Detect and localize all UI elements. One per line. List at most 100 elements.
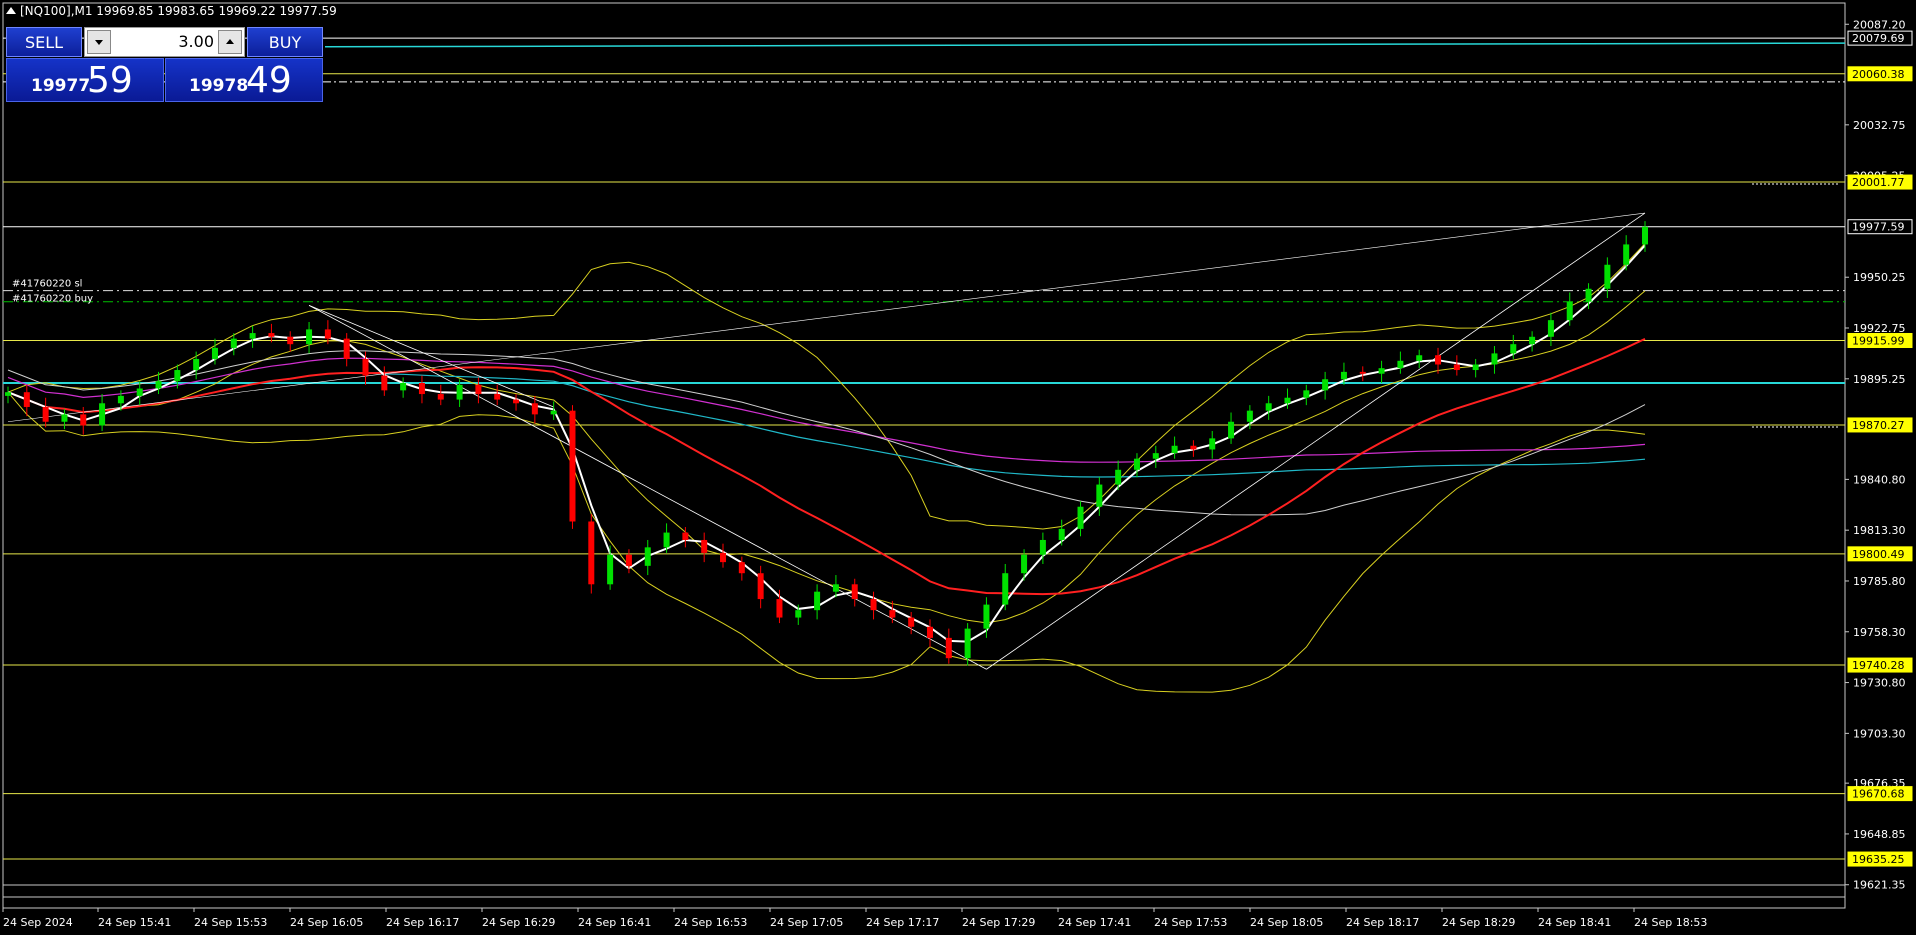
trend-line bbox=[986, 212, 1646, 670]
bull-candle bbox=[1077, 506, 1084, 529]
y-tick-label: 19895.25 bbox=[1853, 373, 1906, 386]
bear-candle bbox=[720, 552, 727, 563]
buy-button[interactable]: BUY bbox=[247, 27, 323, 57]
chevron-up-icon[interactable] bbox=[218, 30, 242, 54]
level-price-label: 19740.28 bbox=[1852, 659, 1905, 672]
bear-candle bbox=[381, 375, 388, 391]
bull-candle bbox=[1340, 371, 1347, 380]
bull-candle bbox=[1623, 244, 1630, 265]
bull-candle bbox=[61, 414, 68, 422]
bollinger-lower bbox=[7, 391, 1646, 693]
y-tick-label: 19785.80 bbox=[1853, 575, 1906, 588]
bear-candle bbox=[494, 394, 501, 400]
bear-candle bbox=[80, 414, 87, 426]
level-price-label: 19800.49 bbox=[1852, 548, 1905, 561]
ma-white-line bbox=[7, 244, 1646, 643]
level-price-label: 19670.68 bbox=[1852, 788, 1905, 801]
bear-candle bbox=[324, 329, 331, 339]
bull-candle bbox=[99, 403, 106, 426]
bear-candle bbox=[23, 392, 30, 407]
bear-candle bbox=[1190, 445, 1197, 450]
bull-candle bbox=[1585, 288, 1592, 302]
bull-candle bbox=[1246, 410, 1253, 422]
bull-candle bbox=[155, 381, 162, 389]
bull-candle bbox=[1566, 301, 1573, 321]
bear-candle bbox=[1435, 355, 1442, 365]
order-line-label: #41760220 buy bbox=[12, 294, 93, 305]
y-tick-label: 19621.35 bbox=[1853, 879, 1906, 892]
lot-size-value[interactable]: 3.00 bbox=[115, 32, 214, 51]
x-tick-label: 24 Sep 16:05 bbox=[290, 916, 363, 929]
x-tick-label: 24 Sep 17:05 bbox=[770, 916, 843, 929]
bull-candle bbox=[1115, 469, 1122, 485]
bull-candle bbox=[1284, 397, 1291, 404]
bear-candle bbox=[268, 333, 275, 337]
lot-size-input[interactable]: 3.00 bbox=[84, 27, 245, 57]
bull-candle bbox=[193, 358, 200, 371]
y-tick-label: 19703.30 bbox=[1853, 727, 1906, 740]
bull-candle bbox=[1039, 539, 1046, 555]
x-tick-label: 24 Sep 17:53 bbox=[1154, 916, 1227, 929]
bear-candle bbox=[287, 336, 294, 345]
cyan-top-line bbox=[324, 42, 1846, 48]
x-tick-label: 24 Sep 16:17 bbox=[386, 916, 459, 929]
white-level-label: 20079.69 bbox=[1852, 32, 1905, 45]
trend-line bbox=[308, 305, 987, 670]
bollinger-upper bbox=[7, 243, 1646, 530]
bear-candle bbox=[682, 532, 689, 540]
bull-candle bbox=[174, 370, 181, 382]
level-price-label: 20060.38 bbox=[1852, 68, 1905, 81]
bear-candle bbox=[776, 599, 783, 618]
bear-candle bbox=[945, 637, 952, 659]
bear-candle bbox=[588, 521, 595, 585]
x-tick-label: 24 Sep 16:53 bbox=[674, 916, 747, 929]
ma-magenta-line bbox=[7, 357, 1646, 463]
bid-price-pips: 59 bbox=[87, 60, 133, 101]
level-price-label: 19635.25 bbox=[1852, 853, 1905, 866]
bull-candle bbox=[1472, 364, 1479, 371]
x-tick-label: 24 Sep 18:53 bbox=[1634, 916, 1707, 929]
bull-candle bbox=[832, 584, 839, 592]
horizontal-scrollbar bbox=[2, 884, 1846, 898]
y-tick-label: 19648.85 bbox=[1853, 828, 1906, 841]
x-tick-label: 24 Sep 2024 bbox=[3, 916, 73, 929]
chart-frame bbox=[2, 2, 1846, 909]
chart-title-text: [NQ100],M1 19969.85 19983.65 19969.22 19… bbox=[20, 4, 337, 18]
bid-price-button[interactable]: 19977 59 bbox=[6, 58, 164, 102]
price-chart[interactable]: #41760220 sl #41760220 buy 20087.20 20032.… bbox=[0, 0, 1916, 935]
x-tick-label: 24 Sep 15:53 bbox=[194, 916, 267, 929]
bull-candle bbox=[136, 388, 143, 396]
y-tick-label: 19813.30 bbox=[1853, 524, 1906, 537]
chevron-down-icon[interactable] bbox=[87, 30, 111, 54]
order-line-label: #41760220 sl bbox=[12, 279, 82, 290]
bull-candle bbox=[1133, 458, 1140, 470]
level-price-label: 20001.77 bbox=[1852, 176, 1905, 189]
bull-candle bbox=[1265, 403, 1272, 411]
bull-candle bbox=[644, 547, 651, 566]
x-tick-label: 24 Sep 15:41 bbox=[98, 916, 171, 929]
bull-candle bbox=[814, 591, 821, 611]
x-tick-label: 24 Sep 18:29 bbox=[1442, 916, 1515, 929]
bid-price-main: 19977 bbox=[31, 76, 91, 96]
bear-candle bbox=[870, 599, 877, 611]
collapse-triangle-icon[interactable] bbox=[6, 7, 16, 14]
level-price-label: 19915.99 bbox=[1852, 334, 1905, 347]
sell-button[interactable]: SELL bbox=[6, 27, 82, 57]
x-tick-label: 24 Sep 18:41 bbox=[1538, 916, 1611, 929]
bull-candle bbox=[1303, 390, 1310, 398]
bear-candle bbox=[738, 562, 745, 574]
current-price-label: 19977.59 bbox=[1852, 221, 1905, 234]
bull-candle bbox=[1228, 421, 1235, 439]
bull-candle bbox=[1058, 528, 1065, 540]
y-tick-label: 19730.80 bbox=[1853, 677, 1906, 690]
channel-line bbox=[7, 212, 1646, 423]
bull-candle bbox=[1397, 360, 1404, 369]
bear-candle bbox=[625, 554, 632, 566]
bear-candle bbox=[926, 626, 933, 638]
bull-candle bbox=[663, 532, 670, 548]
bull-candle bbox=[1547, 320, 1554, 337]
ask-price-button[interactable]: 19978 49 bbox=[165, 58, 323, 102]
x-tick-label: 24 Sep 16:29 bbox=[482, 916, 555, 929]
bull-candle bbox=[1209, 438, 1216, 450]
bull-candle bbox=[550, 410, 557, 415]
